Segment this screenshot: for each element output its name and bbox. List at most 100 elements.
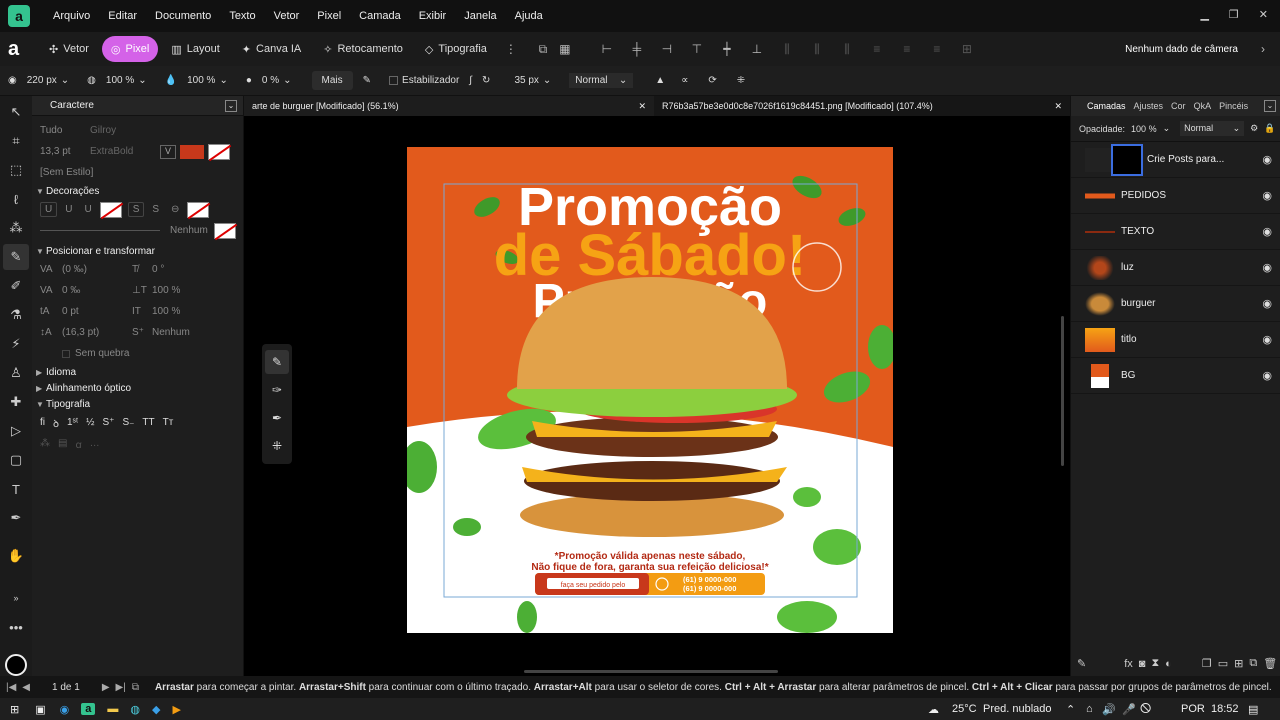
tab-ajustes[interactable]: Ajustes bbox=[1134, 101, 1164, 111]
layer-item[interactable]: titlo ◉ bbox=[1071, 322, 1280, 358]
clone-tool-icon[interactable]: ♙ bbox=[3, 360, 29, 386]
align-center-icon[interactable]: ╪ bbox=[626, 38, 648, 60]
transform-section[interactable]: ▼ Posicionar e transformar bbox=[32, 243, 243, 259]
subscript-icon[interactable]: S₋ bbox=[122, 417, 134, 428]
brush-settings-icon[interactable]: ✎ bbox=[363, 75, 371, 86]
force-pressure-icon[interactable]: ⁜ bbox=[737, 75, 745, 86]
close-icon[interactable]: ✕ bbox=[1259, 8, 1268, 21]
align-bottom-icon[interactable]: ⊥ bbox=[746, 38, 768, 60]
strike-color-swatch[interactable] bbox=[187, 201, 210, 218]
crop-tool-icon[interactable]: ⌗ bbox=[3, 128, 29, 154]
hand-tool-icon[interactable]: ✋ bbox=[3, 543, 29, 569]
underline-variant-icon[interactable]: U bbox=[80, 203, 95, 216]
checkbox-icon[interactable] bbox=[62, 349, 70, 358]
eye-icon[interactable]: ◉ bbox=[1262, 261, 1272, 274]
symmetry-icon[interactable]: ⟳ bbox=[708, 75, 716, 86]
eye-icon[interactable]: ◉ bbox=[1262, 153, 1272, 166]
mask-icon[interactable]: ◙ bbox=[1139, 658, 1146, 670]
app-icon[interactable]: ▶ bbox=[172, 703, 180, 716]
minimize-icon[interactable]: ▁ bbox=[1200, 8, 1208, 21]
discretionary-icon[interactable]: ꝺ bbox=[53, 416, 59, 430]
panel-menu-icon[interactable]: ⌄ bbox=[1264, 100, 1276, 112]
last-page-icon[interactable]: ▶| bbox=[116, 682, 126, 693]
opacity-field[interactable]: 100 % ⌄ bbox=[106, 75, 147, 86]
blend-mode-select[interactable]: Normal ⌄ bbox=[1180, 121, 1245, 136]
align-left-icon[interactable]: ⊢ bbox=[596, 38, 618, 60]
next-page-icon[interactable]: ▶ bbox=[102, 682, 110, 693]
more-icon[interactable]: … bbox=[90, 438, 100, 449]
size-field[interactable]: 220 px ⌄ bbox=[27, 75, 69, 86]
distribute-icon[interactable]: ⫼ bbox=[776, 38, 798, 60]
task-view-icon[interactable]: ▣ bbox=[35, 703, 45, 716]
kerning-value[interactable]: 0 ‰ bbox=[62, 285, 132, 296]
swash-icon[interactable]: ⁂ bbox=[40, 438, 50, 449]
folder-icon[interactable]: ▭ bbox=[1218, 657, 1228, 670]
trash-icon[interactable]: 🗑 bbox=[1263, 657, 1277, 670]
close-tab-icon[interactable]: ✕ bbox=[638, 101, 646, 112]
eye-icon[interactable]: ◉ bbox=[1262, 333, 1272, 346]
flow-field[interactable]: 100 % ⌄ bbox=[187, 75, 228, 86]
app-icon[interactable]: ◍ bbox=[130, 703, 140, 716]
horizontal-scrollbar[interactable] bbox=[524, 670, 778, 673]
horizontal-scale-value[interactable]: 100 % bbox=[152, 306, 180, 317]
hardness-field[interactable]: 0 % ⌄ bbox=[262, 75, 292, 86]
protect-alpha-icon[interactable]: ∝ bbox=[681, 75, 688, 86]
fx-icon[interactable]: fx bbox=[1124, 658, 1133, 670]
brush-grid-icon[interactable]: ⁜ bbox=[265, 434, 289, 458]
eye-icon[interactable]: ◉ bbox=[1262, 225, 1272, 238]
menu-exibir[interactable]: Exibir bbox=[419, 10, 447, 22]
file-explorer-icon[interactable]: ▬ bbox=[107, 703, 118, 715]
stabilizer-checkbox[interactable]: Estabilizador bbox=[389, 75, 459, 86]
app-icon[interactable]: ◆ bbox=[152, 703, 160, 716]
persona-vetor[interactable]: ✣ Vetor bbox=[40, 36, 98, 62]
menu-camada[interactable]: Camada bbox=[359, 10, 401, 22]
selection-tool-icon[interactable]: ⬚ bbox=[3, 157, 29, 183]
artboard[interactable]: Promoção de Sábado! Promoção *Promoção v… bbox=[407, 147, 893, 633]
position-value[interactable]: Nenhum bbox=[152, 327, 190, 338]
distribute-icon[interactable]: ≡ bbox=[866, 38, 888, 60]
persona-layout[interactable]: ▥ Layout bbox=[162, 36, 228, 62]
eye-icon[interactable]: ◉ bbox=[1262, 369, 1272, 382]
doc-tab[interactable]: R76b3a57be3e0d0c8e7026f1619c84451.png [M… bbox=[654, 96, 1070, 116]
duplicate-icon[interactable]: ⧉ bbox=[1249, 657, 1257, 670]
gear-icon[interactable]: ⚙ bbox=[1250, 123, 1258, 134]
window-mode-icon[interactable]: ↻ bbox=[482, 75, 490, 86]
adjustment-icon[interactable]: ⧗ bbox=[1151, 657, 1159, 670]
dodge-tool-icon[interactable]: ⚡ bbox=[3, 331, 29, 357]
persona-canva-ia[interactable]: ✦ Canva IA bbox=[233, 36, 310, 62]
healing-tool-icon[interactable]: ✚ bbox=[3, 389, 29, 415]
petite-caps-icon[interactable]: Tт bbox=[163, 417, 174, 428]
font-weight[interactable]: ExtraBold bbox=[90, 146, 160, 157]
tab-pinceis[interactable]: Pincéis bbox=[1219, 101, 1248, 111]
clock[interactable]: 18:52 bbox=[1211, 703, 1239, 715]
stabilizer-value-field[interactable]: 35 px ⌄ bbox=[514, 75, 551, 86]
snapping-icon[interactable]: ▦ bbox=[554, 38, 576, 60]
pen-tool-icon[interactable]: ▷ bbox=[3, 418, 29, 444]
menu-documento[interactable]: Documento bbox=[155, 10, 211, 22]
distribute-icon[interactable]: ⫼ bbox=[806, 38, 828, 60]
distribute-icon[interactable]: ⊞ bbox=[956, 38, 978, 60]
language-indicator[interactable]: POR bbox=[1181, 703, 1205, 715]
menu-texto[interactable]: Texto bbox=[229, 10, 255, 22]
canvas-area[interactable]: ✎ ✑ ✒ ⁜ Promoção de Sábado! *Promoção vá… bbox=[244, 116, 1070, 676]
eye-icon[interactable]: ◉ bbox=[1262, 297, 1272, 310]
persona-pixel[interactable]: ◎ Pixel bbox=[101, 36, 159, 62]
network-icon[interactable]: ⌂ bbox=[1086, 703, 1093, 715]
distribute-icon[interactable]: ⫼ bbox=[836, 38, 858, 60]
layer-item[interactable]: BG ◉ bbox=[1071, 358, 1280, 394]
brush-icon[interactable]: ✎ bbox=[265, 350, 289, 374]
eraser-tool-icon[interactable]: ✐ bbox=[3, 273, 29, 299]
live-filter-icon[interactable]: ◐ bbox=[1165, 658, 1172, 670]
decoracoes-section[interactable]: ▼ Decorações bbox=[32, 183, 243, 199]
strikethrough-variant-icon[interactable]: S bbox=[148, 203, 163, 216]
align-middle-icon[interactable]: ┿ bbox=[716, 38, 738, 60]
brush-variant-icon[interactable]: ✒ bbox=[265, 406, 289, 430]
pixel-layer-icon[interactable]: ⊞ bbox=[1234, 657, 1243, 670]
vertical-scrollbar[interactable] bbox=[1061, 316, 1064, 466]
eye-icon[interactable]: ◉ bbox=[1262, 189, 1272, 202]
shape-tool-icon[interactable]: ▢ bbox=[3, 447, 29, 473]
persona-tipografia[interactable]: ◇ Tipografia bbox=[416, 36, 496, 62]
close-tab-icon[interactable]: ✕ bbox=[1054, 101, 1062, 112]
more-options-icon[interactable]: ⋮ bbox=[500, 38, 522, 60]
vertical-scale-value[interactable]: 100 % bbox=[152, 285, 180, 296]
